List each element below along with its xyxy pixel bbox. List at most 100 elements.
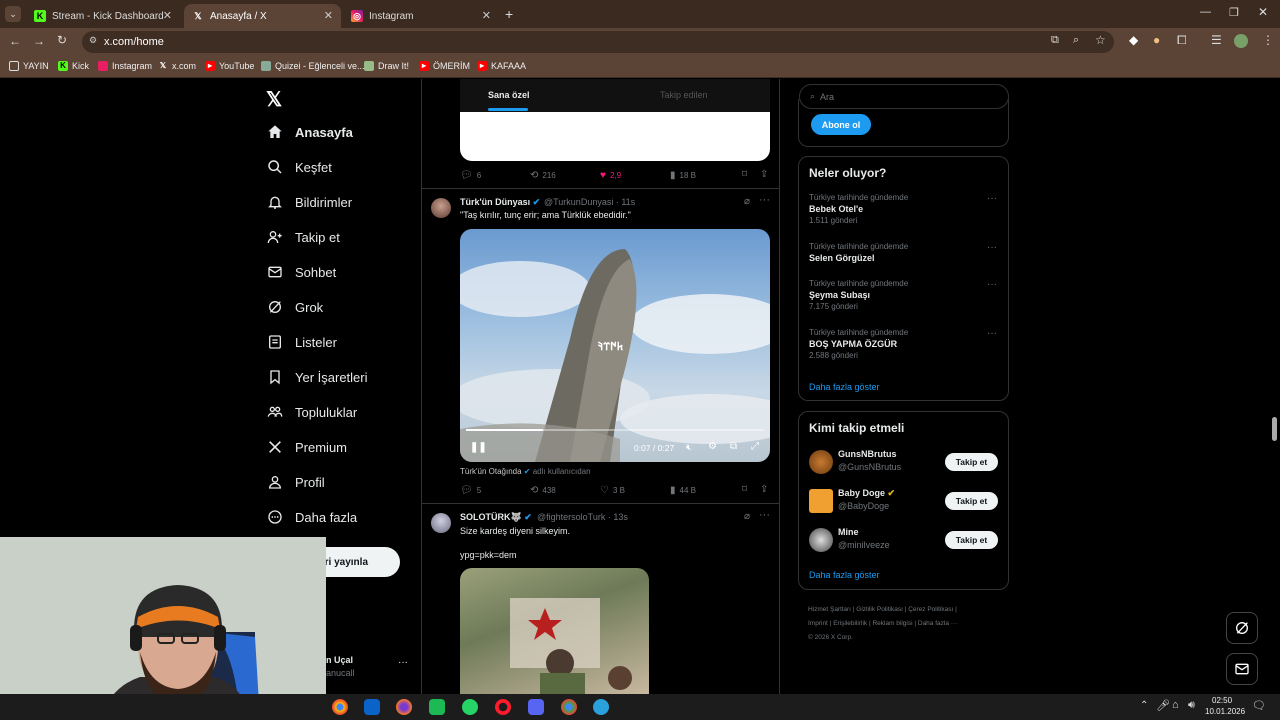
avatar[interactable]: [1234, 34, 1248, 48]
post-author[interactable]: Türk'ün Dünyası ✔: [460, 197, 540, 208]
views-button[interactable]: ▮ 44 B: [670, 485, 696, 496]
post-image[interactable]: [460, 568, 649, 694]
forward-button[interactable]: →: [33, 34, 45, 48]
opera-icon[interactable]: [495, 699, 511, 715]
close-icon[interactable]: ✕: [482, 9, 491, 22]
bookmark-item[interactable]: Quizei - Eğlenceli ve...: [261, 61, 365, 71]
grok-float-button[interactable]: [1226, 612, 1258, 644]
bookmark-button[interactable]: ⌑: [742, 484, 751, 495]
trend-item[interactable]: Türkiye tarihinde gündemde Bebek Otel'e …: [809, 193, 999, 225]
trend-item[interactable]: Türkiye tarihinde gündemde Şeyma Subaşı …: [809, 279, 999, 311]
reload-button[interactable]: ↻: [57, 33, 67, 47]
tab-following[interactable]: Takip edilen: [660, 90, 708, 100]
follow-suggestion-name[interactable]: Mine: [838, 527, 859, 537]
notifications-icon[interactable]: 🗨︎: [1252, 699, 1266, 712]
restore-button[interactable]: ❐: [1229, 6, 1239, 19]
follow-button[interactable]: Takip et: [945, 453, 998, 471]
like-button[interactable]: ♥ 2,9: [600, 170, 621, 181]
footer-link[interactable]: Imprint: [808, 620, 828, 627]
share-button[interactable]: ⇪: [760, 484, 772, 495]
follow-button[interactable]: Takip et: [945, 531, 998, 549]
more-icon[interactable]: ···: [987, 242, 997, 253]
address-bar[interactable]: ⚙ x.com/home: [82, 31, 1114, 53]
avatar[interactable]: [809, 528, 833, 552]
zoom-icon[interactable]: ⌕: [1073, 34, 1079, 47]
sidebar-item-premium[interactable]: Premium: [267, 439, 347, 455]
pip-icon[interactable]: ⧉: [730, 441, 737, 452]
tray-chevron-icon[interactable]: ⌃: [1140, 700, 1148, 711]
grok-icon[interactable]: ⌀: [744, 511, 750, 522]
sidebar-item-bookmarks[interactable]: Yer İşaretleri: [267, 369, 368, 385]
bookmark-item[interactable]: ▸ KAFAAA: [477, 61, 526, 71]
close-icon[interactable]: ✕: [163, 9, 172, 22]
reply-button[interactable]: 💬︎ 6: [460, 170, 481, 181]
avatar[interactable]: [809, 450, 833, 474]
sidebar-item-chat[interactable]: Sohbet: [267, 264, 336, 280]
tab-for-you[interactable]: Sana özel: [488, 90, 530, 100]
more-icon[interactable]: ···: [987, 279, 997, 290]
tab-search-button[interactable]: ⌄: [5, 6, 21, 22]
mute-icon[interactable]: 🔇︎: [686, 442, 692, 453]
close-icon[interactable]: ✕: [324, 9, 333, 22]
bookmark-item[interactable]: Draw It!: [364, 61, 409, 71]
site-info-icon[interactable]: ⚙: [89, 35, 97, 46]
trend-item[interactable]: Türkiye tarihinde gündemde Selen Görgüze…: [809, 242, 999, 263]
close-window-button[interactable]: ✕: [1258, 5, 1268, 19]
show-more-link[interactable]: Daha fazla göster: [809, 570, 880, 580]
sidebar-item-lists[interactable]: Listeler: [267, 334, 337, 350]
trend-item[interactable]: Türkiye tarihinde gündemde BOŞ YAPMA ÖZG…: [809, 328, 999, 360]
attribution[interactable]: Türk'ün Otağında ✔ adlı kullanıcıdan: [460, 467, 591, 476]
minimize-button[interactable]: —: [1200, 6, 1211, 18]
bookmark-item[interactable]: YAYIN: [9, 61, 49, 71]
footer-link[interactable]: Daha fazla ···: [918, 620, 957, 627]
sidebar-item-profile[interactable]: Profil: [267, 474, 325, 490]
follow-suggestion-name[interactable]: Baby Doge ✔: [838, 488, 895, 499]
fullscreen-icon[interactable]: ⤢: [751, 441, 759, 452]
avatar[interactable]: [431, 198, 451, 218]
telegram-icon[interactable]: [593, 699, 609, 715]
more-icon[interactable]: ···: [987, 328, 997, 339]
sidebar-item-communities[interactable]: Topluluklar: [267, 404, 357, 420]
tab-kick[interactable]: K Stream - Kick Dashboard ✕: [26, 4, 180, 28]
new-tab-button[interactable]: +: [505, 6, 513, 22]
bookmark-button[interactable]: ⌑: [742, 169, 751, 180]
more-icon[interactable]: ···: [987, 193, 997, 204]
extension-icon[interactable]: ●: [1153, 33, 1160, 47]
chrome-active-icon[interactable]: [561, 699, 577, 715]
reply-button[interactable]: 💬︎ 5: [460, 485, 481, 496]
more-icon[interactable]: ···: [759, 509, 770, 521]
network-icon[interactable]: ⌂: [1172, 699, 1179, 711]
tab-instagram[interactable]: ◎ Instagram ✕: [343, 4, 499, 28]
microphone-icon[interactable]: 🎤︎: [1156, 699, 1170, 712]
back-button[interactable]: ←: [9, 34, 21, 48]
clock-time[interactable]: 02:50: [1212, 696, 1232, 705]
subscribe-button[interactable]: Abone ol: [811, 114, 871, 135]
tab-x[interactable]: 𝕏 Anasayfa / X ✕: [184, 4, 341, 28]
views-button[interactable]: ▮ 18 B: [670, 170, 696, 181]
footer-link[interactable]: Hizmet Şartları: [808, 606, 851, 613]
sidebar-item-explore[interactable]: Keşfet: [267, 159, 332, 175]
messages-float-button[interactable]: [1226, 653, 1258, 685]
bookmark-item[interactable]: ▸ YouTube: [205, 61, 254, 71]
show-more-link[interactable]: Daha fazla göster: [809, 382, 880, 392]
bookmark-item[interactable]: 𝕏x.com: [158, 61, 196, 71]
footer-link[interactable]: Erişilebilirlik: [833, 620, 867, 627]
scrollbar-thumb[interactable]: [1272, 417, 1277, 441]
follow-button[interactable]: Takip et: [945, 492, 998, 510]
footer-link[interactable]: Gizlilik Politikası: [856, 606, 903, 613]
reading-list-icon[interactable]: ☰: [1211, 33, 1222, 47]
sidebar-item-home[interactable]: Anasayfa: [267, 124, 353, 140]
bookmark-item[interactable]: K Kick: [58, 61, 89, 71]
clock-date[interactable]: 10.01.2026: [1205, 707, 1245, 716]
footer-link[interactable]: Çerez Politikası: [908, 606, 953, 613]
sidebar-item-grok[interactable]: Grok: [267, 299, 323, 315]
menu-icon[interactable]: ⋮: [1262, 33, 1274, 47]
sidebar-item-follow[interactable]: Takip et: [267, 229, 340, 245]
share-button[interactable]: ⇪: [760, 169, 772, 180]
extension-icon[interactable]: ◆: [1129, 33, 1138, 47]
x-logo-icon[interactable]: 𝕏: [266, 87, 282, 112]
outlook-icon[interactable]: [364, 699, 380, 715]
account-more-icon[interactable]: ···: [398, 657, 408, 668]
volume-icon[interactable]: 🔊︎: [1188, 699, 1195, 712]
avatar[interactable]: [809, 489, 833, 513]
